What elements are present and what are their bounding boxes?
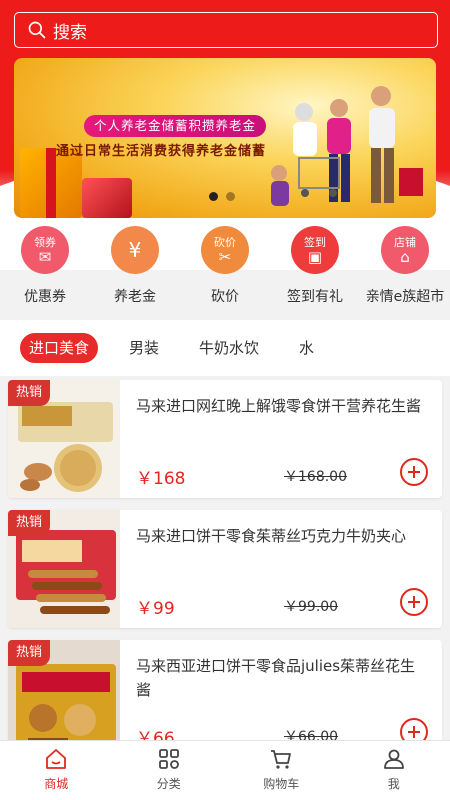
- store-glyph: ⌂: [400, 248, 410, 266]
- product-list: 热销 马来进口网红晚上解饿零食饼干营养花生酱 ￥168 ￥168.00 热销 马…: [8, 380, 442, 770]
- quick-nav-store[interactable]: 店铺 ⌂ 亲情e族超市: [360, 226, 450, 314]
- quick-nav-label: 亲情e族超市: [365, 289, 445, 305]
- scissors-glyph: ✂: [218, 248, 232, 266]
- product-name[interactable]: 马来西亚进口饼干零食品julies茱蒂丝花生酱: [136, 654, 426, 702]
- bottom-tabbar: 商城 分类 购物车 我: [0, 740, 450, 800]
- user-icon: [383, 749, 404, 769]
- coupon-glyph: ✉: [38, 248, 52, 266]
- gift-box-image: [82, 178, 132, 218]
- quick-nav-bargain[interactable]: 砍价 ✂ 砍价: [180, 226, 270, 314]
- money-bag-icon: ¥: [111, 226, 159, 274]
- tabbar-home[interactable]: 商城: [0, 741, 113, 800]
- hot-sale-badge: 热销: [8, 510, 50, 536]
- add-to-cart-button[interactable]: [400, 588, 428, 616]
- cart-icon: [271, 750, 292, 769]
- tab-milk-drinks[interactable]: 牛奶水饮: [190, 333, 268, 363]
- quick-nav: 领券 ✉ 优惠券 ¥ 养老金 砍价 ✂ 砍价 签到 ▣ 签到有礼 店铺 ⌂ 亲情…: [0, 226, 450, 314]
- carousel-dot[interactable]: [209, 192, 218, 201]
- tabbar-label: 我: [387, 777, 400, 791]
- promo-banner[interactable]: 个人养老金储蓄积攒养老金 通过日常生活消费获得养老金储蓄: [14, 58, 436, 218]
- product-original-price: ￥99.00: [284, 599, 339, 615]
- category-icon: [158, 749, 179, 769]
- product-price: ￥168: [136, 469, 186, 489]
- product-name[interactable]: 马来进口饼干零食茱蒂丝巧克力牛奶夹心: [136, 524, 426, 548]
- quick-nav-label: 签到有礼: [287, 289, 343, 305]
- product-card[interactable]: 热销 马来进口饼干零食茱蒂丝巧克力牛奶夹心 ￥99 ￥99.00: [8, 510, 442, 628]
- tab-imported-food[interactable]: 进口美食: [20, 333, 99, 363]
- tabbar-label: 分类: [156, 777, 181, 791]
- product-name[interactable]: 马来进口网红晚上解饿零食饼干营养花生酱: [136, 394, 426, 418]
- product-price: ￥99: [136, 599, 175, 619]
- carousel-dots[interactable]: [209, 192, 235, 201]
- money-bag-glyph: ¥: [128, 238, 142, 262]
- tabbar-label: 商城: [44, 777, 69, 791]
- search-icon: [28, 21, 46, 39]
- tab-menswear[interactable]: 男装: [120, 333, 168, 363]
- product-card[interactable]: 热销 马来进口网红晚上解饿零食饼干营养花生酱 ￥168 ￥168.00: [8, 380, 442, 498]
- product-original-price: ￥168.00: [284, 469, 347, 485]
- add-to-cart-button[interactable]: [400, 458, 428, 486]
- carousel-dot[interactable]: [226, 192, 235, 201]
- search-bar[interactable]: 搜索: [14, 12, 438, 48]
- home-icon: [46, 749, 67, 769]
- quick-nav-coupon[interactable]: 领券 ✉ 优惠券: [0, 226, 90, 314]
- tabbar-category[interactable]: 分类: [113, 741, 226, 800]
- family-shopping-image: [271, 86, 423, 206]
- banner-subline: 通过日常生活消费获得养老金储蓄: [56, 144, 267, 159]
- hot-sale-badge: 热销: [8, 640, 50, 666]
- banner-headline: 个人养老金储蓄积攒养老金: [84, 115, 267, 137]
- quick-nav-label: 砍价: [211, 289, 239, 305]
- checkin-icon: 签到 ▣: [291, 226, 339, 274]
- quick-nav-checkin[interactable]: 签到 ▣ 签到有礼: [270, 226, 360, 314]
- coupon-icon: 领券 ✉: [21, 226, 69, 274]
- tabbar-label: 购物车: [263, 777, 300, 791]
- tab-water[interactable]: 水: [290, 333, 323, 363]
- quick-nav-pension[interactable]: ¥ 养老金: [90, 226, 180, 314]
- quick-nav-label: 优惠券: [24, 289, 66, 305]
- tabbar-cart[interactable]: 购物车: [225, 741, 338, 800]
- search-placeholder: 搜索: [53, 22, 87, 43]
- store-icon: 店铺 ⌂: [381, 226, 429, 274]
- hot-sale-badge: 热销: [8, 380, 50, 406]
- tabbar-me[interactable]: 我: [338, 741, 450, 800]
- bargain-icon: 砍价 ✂: [201, 226, 249, 274]
- quick-nav-label: 养老金: [114, 289, 156, 305]
- category-tabs: 进口美食 男装 牛奶水饮 水: [0, 320, 450, 376]
- checkin-glyph: ▣: [307, 248, 323, 266]
- app-page: 搜索 个人养老金储蓄积攒养老金 通过日常生活消费获得养老金储蓄 领券 ✉ 优惠券…: [0, 0, 450, 800]
